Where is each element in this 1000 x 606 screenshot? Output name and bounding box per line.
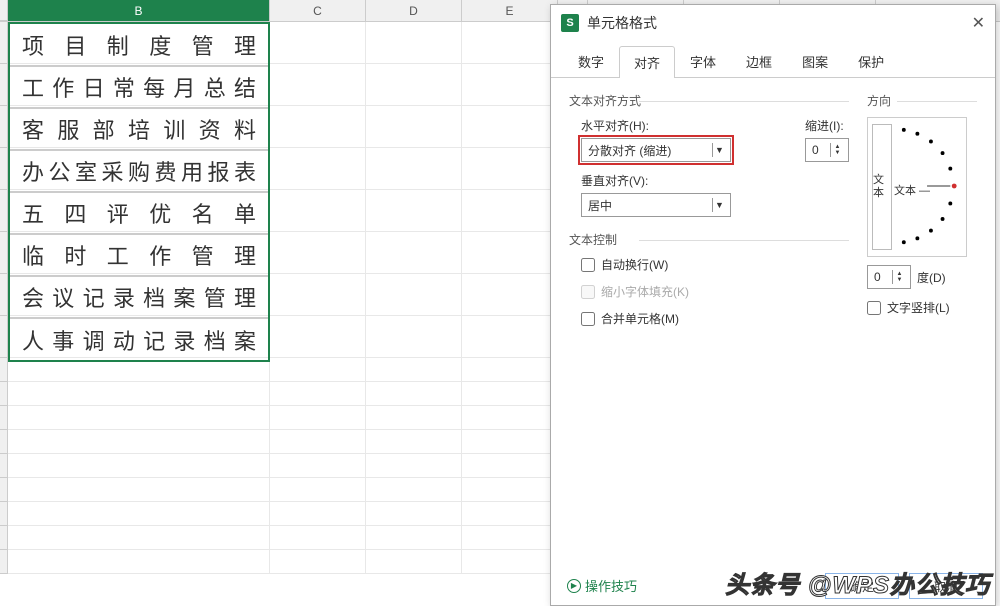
degree-spinner[interactable]: 0 ▲▼ xyxy=(867,265,911,289)
text-control-label: 文本控制 xyxy=(569,231,849,248)
valign-label: 垂直对齐(V): xyxy=(581,172,849,189)
cell-b8[interactable]: 人事调动记录档案 xyxy=(10,318,268,360)
orientation-text-label: 文本 — xyxy=(894,182,930,198)
halign-select[interactable]: 分散对齐 (缩进) ▼ xyxy=(581,138,731,162)
cell-b4[interactable]: 办公室采购费用报表 xyxy=(10,150,268,192)
halign-label: 水平对齐(H): xyxy=(581,117,795,134)
cancel-button[interactable]: 取消 xyxy=(909,573,983,599)
vertical-text-sample: 文本 xyxy=(872,124,892,250)
tab-protect[interactable]: 保护 xyxy=(843,45,899,77)
dialog-titlebar[interactable]: S 单元格格式 ✕ xyxy=(551,5,995,41)
cell-b1[interactable]: 项目制度管理 xyxy=(10,24,268,66)
ok-button[interactable]: 确定 xyxy=(825,573,899,599)
spinner-icon: ▲▼ xyxy=(830,143,844,157)
spinner-icon: ▲▼ xyxy=(892,270,906,284)
indent-spinner[interactable]: 0 ▲▼ xyxy=(805,138,849,162)
indent-label: 缩进(I): xyxy=(805,117,849,134)
corner-cell[interactable] xyxy=(0,0,8,21)
chevron-down-icon: ▼ xyxy=(712,143,726,157)
cell-format-dialog: S 单元格格式 ✕ 数字 对齐 字体 边框 图案 保护 文本对齐方式 水平对齐(… xyxy=(550,4,996,606)
chevron-down-icon: ▼ xyxy=(712,198,726,212)
tab-border[interactable]: 边框 xyxy=(731,45,787,77)
orientation-widget[interactable]: 文本 文本 — xyxy=(867,117,967,257)
degree-label: 度(D) xyxy=(917,269,946,286)
cell-b5[interactable]: 五四评优名单 xyxy=(10,192,268,234)
align-section-label: 文本对齐方式 xyxy=(569,92,849,109)
col-header-e[interactable]: E xyxy=(462,0,558,21)
tab-font[interactable]: 字体 xyxy=(675,45,731,77)
valign-select[interactable]: 居中 ▼ xyxy=(581,193,731,217)
play-icon: ▶ xyxy=(567,579,581,593)
wrap-checkbox[interactable]: 自动换行(W) xyxy=(581,256,849,273)
tab-pattern[interactable]: 图案 xyxy=(787,45,843,77)
vertical-text-checkbox[interactable]: 文字竖排(L) xyxy=(867,299,977,316)
tab-alignment[interactable]: 对齐 xyxy=(619,46,675,78)
selected-range[interactable]: 项目制度管理 工作日常每月总结 客服部培训资料 办公室采购费用报表 五四评优名单… xyxy=(8,22,270,362)
dialog-tabs: 数字 对齐 字体 边框 图案 保护 xyxy=(551,45,995,78)
cell-b3[interactable]: 客服部培训资料 xyxy=(10,108,268,150)
dialog-title: 单元格格式 xyxy=(587,13,657,33)
shrink-checkbox: 缩小字体填充(K) xyxy=(581,283,849,300)
app-logo-icon: S xyxy=(561,14,579,32)
cell-b6[interactable]: 临时工作管理 xyxy=(10,234,268,276)
merge-checkbox[interactable]: 合并单元格(M) xyxy=(581,310,849,327)
tab-number[interactable]: 数字 xyxy=(563,45,619,77)
col-header-d[interactable]: D xyxy=(366,0,462,21)
cell-b7[interactable]: 会议记录档案管理 xyxy=(10,276,268,318)
close-icon[interactable]: ✕ xyxy=(972,13,985,33)
direction-section-label: 方向 xyxy=(867,92,977,109)
cell-b2[interactable]: 工作日常每月总结 xyxy=(10,66,268,108)
tips-link[interactable]: ▶ 操作技巧 xyxy=(567,576,637,595)
col-header-b[interactable]: B xyxy=(8,0,270,21)
col-header-c[interactable]: C xyxy=(270,0,366,21)
